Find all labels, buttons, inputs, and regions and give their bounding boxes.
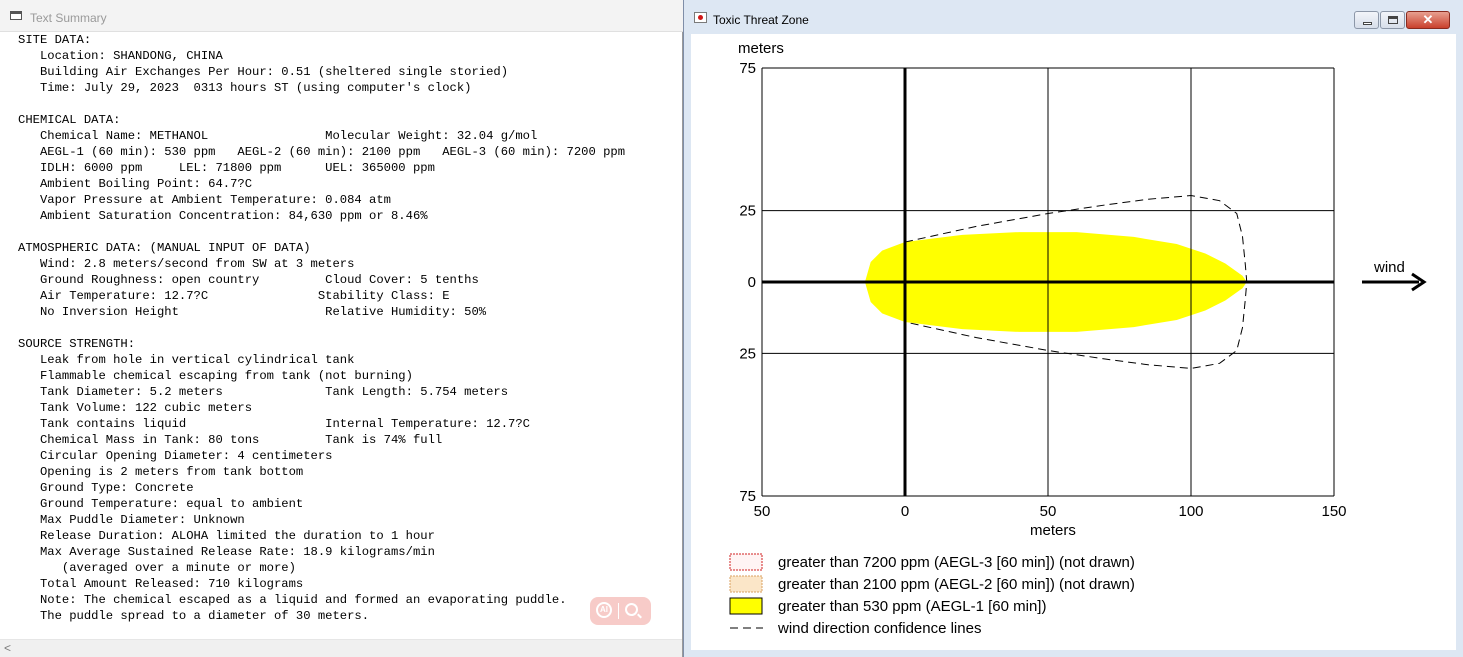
summary-line: Release Duration: ALOHA limited the dura… bbox=[18, 529, 435, 543]
legend-label: greater than 7200 ppm (AEGL-3 [60 min]) … bbox=[778, 554, 1135, 571]
toxic-threat-zone-window: Toxic Threat Zone ✕ 50 0 50 100 150 75 25 0 25 75… bbox=[683, 0, 1463, 657]
summary-line: Circular Opening Diameter: 4 centimeters bbox=[18, 449, 333, 463]
legend-label: greater than 2100 ppm (AEGL-2 [60 min]) … bbox=[778, 576, 1135, 593]
summary-line bbox=[18, 224, 678, 240]
summary-line: ATMOSPHERIC DATA: (MANUAL INPUT OF DATA) bbox=[18, 241, 311, 255]
threat-zone-titlebar[interactable]: Toxic Threat Zone ✕ bbox=[684, 0, 1463, 34]
summary-line: Max Average Sustained Release Rate: 18.9… bbox=[18, 545, 435, 559]
y-tick-label: 75 bbox=[739, 60, 756, 77]
summary-line: Tank contains liquid Internal Temperatur… bbox=[18, 417, 530, 431]
threat-zone-chart: 50 0 50 100 150 75 25 0 25 75 greater than 7200 pp… bbox=[729, 40, 1427, 637]
summary-line bbox=[18, 96, 678, 112]
summary-line: AEGL-1 (60 min): 530 ppm AEGL-2 (60 min)… bbox=[18, 145, 626, 159]
wind-label: wind bbox=[1373, 259, 1405, 276]
x-tick-label: 150 bbox=[1321, 503, 1346, 520]
summary-line: The puddle spread to a diameter of 30 me… bbox=[18, 609, 370, 622]
text-summary-window: Text Summary SITE DATA: Location: SHANDO… bbox=[0, 0, 683, 657]
close-icon: ✕ bbox=[1422, 12, 1434, 27]
summary-line: Ambient Saturation Concentration: 84,630… bbox=[18, 209, 428, 223]
x-axis-label: meters bbox=[1030, 522, 1076, 539]
summary-line: CHEMICAL DATA: bbox=[18, 113, 121, 127]
x-tick-label: 50 bbox=[754, 503, 771, 520]
scroll-left-arrow-icon[interactable]: < bbox=[4, 641, 11, 655]
badge-divider bbox=[618, 603, 619, 619]
summary-line: Ground Type: Concrete bbox=[18, 481, 194, 495]
y-tick-label: 75 bbox=[739, 488, 756, 505]
close-button[interactable]: ✕ bbox=[1406, 11, 1450, 29]
summary-line: Chemical Name: METHANOL Molecular Weight… bbox=[18, 129, 538, 143]
search-icon[interactable] bbox=[625, 603, 638, 616]
summary-line: Vapor Pressure at Ambient Temperature: 0… bbox=[18, 193, 391, 207]
legend-swatch bbox=[729, 575, 763, 593]
y-tick-label: 25 bbox=[739, 345, 756, 362]
y-axis-label: meters bbox=[738, 40, 784, 57]
summary-line: SOURCE STRENGTH: bbox=[18, 337, 136, 351]
summary-line: Ambient Boiling Point: 64.7?C bbox=[18, 177, 253, 191]
summary-line: Building Air Exchanges Per Hour: 0.51 (s… bbox=[18, 65, 509, 79]
x-tick-label: 0 bbox=[901, 503, 909, 520]
summary-line: IDLH: 6000 ppm LEL: 71800 ppm UEL: 36500… bbox=[18, 161, 435, 175]
summary-line: Ground Temperature: equal to ambient bbox=[18, 497, 304, 511]
summary-line: Opening is 2 meters from tank bottom bbox=[18, 465, 304, 479]
threat-zone-plot-area: 50 0 50 100 150 75 25 0 25 75 greater than 7200 pp… bbox=[691, 34, 1456, 650]
legend-label: greater than 530 ppm (AEGL-1 [60 min]) bbox=[778, 598, 1046, 615]
legend-label: wind direction confidence lines bbox=[777, 620, 981, 637]
y-tick-label: 25 bbox=[739, 203, 756, 220]
window-menu-icon[interactable] bbox=[10, 11, 22, 20]
summary-line: Chemical Mass in Tank: 80 tons Tank is 7… bbox=[18, 433, 443, 447]
wind-arrow-icon bbox=[1362, 272, 1427, 292]
aloha-app-icon[interactable] bbox=[694, 12, 707, 23]
legend-swatch bbox=[729, 597, 763, 615]
text-summary-titlebar[interactable]: Text Summary bbox=[0, 0, 683, 32]
x-tick-label: 50 bbox=[1040, 503, 1057, 520]
summary-line: SITE DATA: bbox=[18, 33, 92, 47]
threat-zone-title: Toxic Threat Zone bbox=[713, 13, 809, 27]
legend-swatch bbox=[729, 553, 763, 571]
summary-line: Max Puddle Diameter: Unknown bbox=[18, 513, 245, 527]
ai-icon[interactable]: AI bbox=[596, 602, 612, 618]
summary-line: Flammable chemical escaping from tank (n… bbox=[18, 369, 413, 383]
summary-line: Time: July 29, 2023 0313 hours ST (using… bbox=[18, 81, 472, 95]
minimize-button[interactable] bbox=[1354, 11, 1379, 29]
summary-line bbox=[18, 320, 678, 336]
text-summary-title: Text Summary bbox=[30, 11, 107, 25]
summary-line: Location: SHANDONG, CHINA bbox=[18, 49, 223, 63]
summary-line: Wind: 2.8 meters/second from SW at 3 met… bbox=[18, 257, 355, 271]
summary-line: Air Temperature: 12.7?C Stability Class:… bbox=[18, 289, 450, 303]
summary-line: Ground Roughness: open country Cloud Cov… bbox=[18, 273, 479, 287]
maximize-button[interactable] bbox=[1380, 11, 1405, 29]
summary-line: Tank Volume: 122 cubic meters bbox=[18, 401, 253, 415]
text-summary-content[interactable]: SITE DATA: Location: SHANDONG, CHINA Bui… bbox=[18, 32, 678, 622]
summary-line: No Inversion Height Relative Humidity: 5… bbox=[18, 305, 487, 319]
x-tick-label: 100 bbox=[1178, 503, 1203, 520]
summary-line: Total Amount Released: 710 kilograms bbox=[18, 577, 304, 591]
summary-line: (averaged over a minute or more) bbox=[18, 561, 296, 575]
horizontal-scrollbar[interactable]: < bbox=[0, 639, 682, 657]
ai-assistant-badge[interactable]: AI bbox=[590, 597, 651, 625]
summary-line: Leak from hole in vertical cylindrical t… bbox=[18, 353, 355, 367]
summary-line: Note: The chemical escaped as a liquid a… bbox=[18, 593, 567, 607]
y-tick-label: 0 bbox=[748, 274, 756, 291]
summary-line: Tank Diameter: 5.2 meters Tank Length: 5… bbox=[18, 385, 509, 399]
